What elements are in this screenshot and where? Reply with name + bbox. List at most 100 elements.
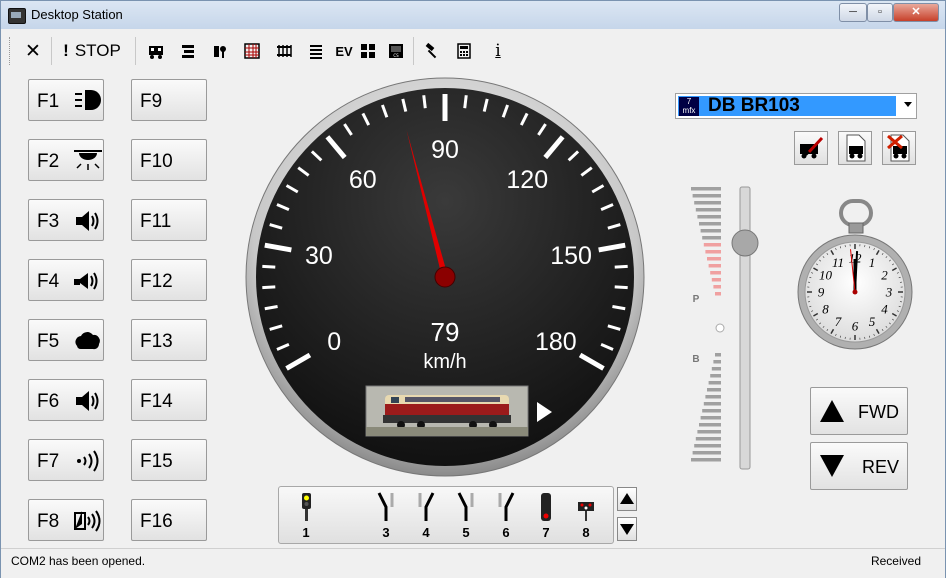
throttle-bar (694, 444, 721, 448)
throttle-track (739, 186, 751, 470)
delete-loco-button[interactable] (882, 131, 916, 165)
f7-label: F7 (37, 451, 60, 472)
edit-loco-button[interactable] (794, 131, 828, 165)
clock-numeral: 9 (818, 285, 825, 300)
status-bar: COM2 has been opened. Received (1, 548, 945, 578)
f2-label: F2 (37, 151, 60, 172)
loco-image[interactable] (365, 385, 529, 437)
signal-red-icon[interactable] (533, 491, 559, 523)
track-icon[interactable] (273, 37, 295, 65)
minimize-button[interactable]: ─ (839, 3, 867, 22)
ev-button[interactable]: EV (333, 37, 355, 65)
accessory-8-number: 8 (582, 525, 590, 540)
speed-unit: km/h (423, 351, 466, 373)
f1-button[interactable]: F1 (28, 79, 104, 121)
f5-button[interactable]: F5 (28, 319, 104, 361)
brake-label: B (692, 354, 699, 365)
turnout-right-icon[interactable] (493, 491, 519, 523)
f16-label: F16 (140, 511, 173, 532)
accessory-scroll-down-button[interactable] (617, 517, 637, 541)
current-speed: 79 (431, 317, 460, 347)
throttle-bar (711, 367, 721, 371)
stop-button[interactable]: ! STOP (59, 37, 125, 65)
turnout-right-icon[interactable] (413, 491, 439, 523)
keyboard-grid-icon[interactable] (241, 37, 263, 65)
f15-button[interactable]: F15 (131, 439, 207, 481)
throttle-bar (707, 257, 721, 261)
toolbar-separator (51, 37, 52, 65)
list-icon[interactable] (305, 37, 327, 65)
f1-label: F1 (37, 91, 60, 112)
turnout-left-icon[interactable] (453, 491, 479, 523)
throttle-bar (699, 423, 721, 427)
throttle-bar (705, 250, 721, 254)
forward-button[interactable]: FWD (810, 387, 908, 435)
app-icon (8, 8, 26, 24)
toolbar: ✕ ! STOP EV CS i (9, 33, 937, 69)
horn-icon (74, 272, 98, 290)
layout-icon[interactable] (177, 37, 199, 65)
accessory-5-number: 5 (462, 525, 470, 540)
maximize-button[interactable]: ▫ (867, 3, 893, 22)
exit-icon[interactable]: ✕ (21, 37, 45, 65)
f3-button[interactable]: F3 (28, 199, 104, 241)
f10-label: F10 (140, 151, 173, 172)
throttle-bar (700, 416, 721, 420)
locomotive-icon[interactable] (145, 37, 167, 65)
clock-numeral: 10 (819, 268, 833, 283)
f11-label: F11 (140, 211, 172, 232)
throttle-bar (715, 353, 721, 357)
f7-button[interactable]: F7 (28, 439, 104, 481)
clock-center (852, 289, 858, 295)
f13-button[interactable]: F13 (131, 319, 207, 361)
f9-button[interactable]: F9 (131, 79, 207, 121)
add-loco-button[interactable] (838, 131, 872, 165)
throttle-bar (708, 381, 721, 385)
forward-label: FWD (858, 402, 899, 422)
chevron-down-icon[interactable] (904, 102, 912, 107)
throttle-bar (697, 215, 721, 219)
clock-numeral: 3 (885, 285, 893, 300)
f4-button[interactable]: F4 (28, 259, 104, 301)
shunt-signal-icon[interactable] (573, 491, 599, 523)
speedometer[interactable]: 0 30 60 90 120 150 180 79 km/h (245, 77, 645, 477)
arrow-up-icon (620, 493, 634, 504)
f14-button[interactable]: F14 (131, 379, 207, 421)
throttle-control[interactable]: P B (681, 183, 761, 473)
accessory-scroll-up-button[interactable] (617, 487, 637, 511)
f2-button[interactable]: F2 (28, 139, 104, 181)
edit-loco-icon (800, 136, 824, 159)
f6-button[interactable]: F6 (28, 379, 104, 421)
delete-loco-icon (887, 134, 910, 162)
throttle-bar (708, 264, 721, 268)
signal-light-icon[interactable] (291, 491, 321, 523)
exclamation-icon: ! (63, 41, 69, 60)
door-sound-icon (74, 510, 101, 532)
accessory-7-number: 7 (542, 525, 550, 540)
close-button[interactable]: ✕ (893, 3, 939, 22)
accessory-1-number: 1 (302, 525, 310, 540)
f10-button[interactable]: F10 (131, 139, 207, 181)
info-icon[interactable]: i (487, 37, 509, 65)
tiles-icon[interactable] (357, 37, 379, 65)
f13-label: F13 (140, 331, 173, 352)
throttle-knob[interactable] (731, 229, 759, 257)
f11-button[interactable]: F11 (131, 199, 207, 241)
loco-selector[interactable]: 7 mfx DB BR103 (675, 93, 917, 119)
turnout-left-icon[interactable] (373, 491, 399, 523)
signal-icon[interactable] (209, 37, 231, 65)
f16-button[interactable]: F16 (131, 499, 207, 541)
reverse-button[interactable]: REV (810, 442, 908, 490)
power-label: P (693, 294, 700, 305)
accessory-6-number: 6 (502, 525, 510, 540)
command-station-icon[interactable]: CS (385, 37, 407, 65)
throttle-bar (703, 402, 721, 406)
f12-button[interactable]: F12 (131, 259, 207, 301)
needle-hub (434, 266, 456, 288)
clock-numeral: 8 (822, 302, 829, 317)
hammer-icon[interactable] (421, 37, 443, 65)
throttle-bar (699, 222, 721, 226)
f8-button[interactable]: F8 (28, 499, 104, 541)
calculator-icon[interactable] (453, 37, 475, 65)
accessory-panel: 1 3 4 5 6 7 8 (278, 486, 614, 544)
